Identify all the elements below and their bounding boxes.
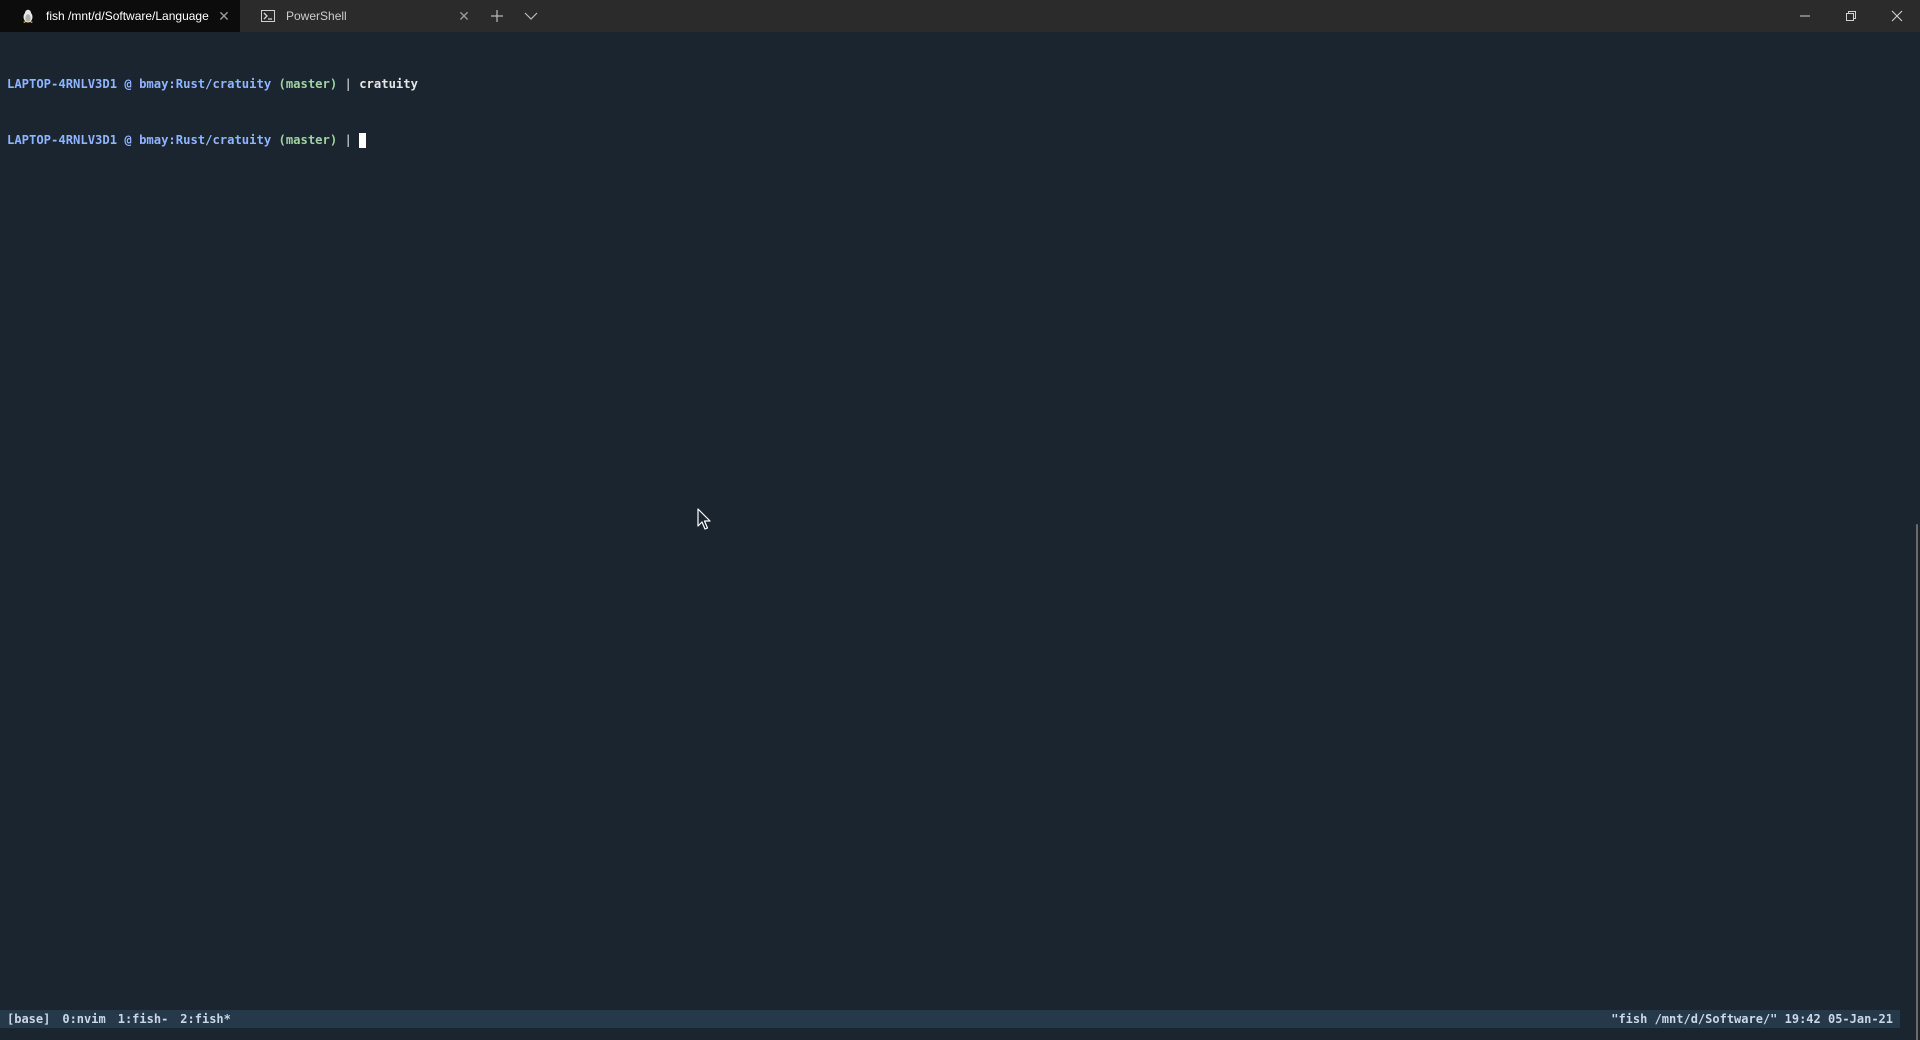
new-tab-button[interactable] (480, 0, 514, 32)
command-text: cratuity (359, 77, 418, 91)
status-left: [base] 0:nvim 1:fish- 2:fish* (7, 1010, 231, 1028)
plus-icon (491, 10, 503, 22)
title-bar: fish /mnt/d/Software/Language ✕ PowerShe… (0, 0, 1920, 32)
close-icon (1891, 10, 1903, 22)
tab-label: PowerShell (286, 9, 347, 23)
restore-button[interactable] (1828, 0, 1874, 32)
title-drag-area[interactable] (548, 0, 1782, 32)
terminal-output[interactable]: LAPTOP-4RNLV3D1 @ bmay:Rust/cratuity (ma… (0, 32, 1910, 1008)
scrollbar-thumb[interactable] (1916, 524, 1918, 1040)
powershell-icon (260, 8, 276, 24)
prompt-line: LAPTOP-4RNLV3D1 @ bmay:Rust/cratuity (ma… (7, 75, 1903, 94)
prompt-path: bmay:Rust/cratuity (139, 132, 272, 147)
close-icon[interactable]: ✕ (216, 8, 232, 24)
tab-powershell[interactable]: PowerShell ✕ (240, 0, 480, 32)
prompt-separator: | (337, 132, 360, 147)
tab-label: fish /mnt/d/Software/Language (46, 9, 209, 23)
close-icon[interactable]: ✕ (456, 8, 472, 24)
prompt-line: LAPTOP-4RNLV3D1 @ bmay:Rust/cratuity (ma… (7, 131, 1903, 150)
restore-icon (1846, 11, 1856, 21)
text-cursor (359, 132, 367, 148)
tab-fish[interactable]: fish /mnt/d/Software/Language ✕ (0, 0, 240, 32)
prompt-separator: | (337, 77, 360, 91)
window-item[interactable]: 0:nvim (62, 1010, 105, 1028)
window-item[interactable]: 2:fish* (180, 1010, 231, 1028)
minimize-icon (1800, 15, 1810, 17)
tmux-status-bar: [base] 0:nvim 1:fish- 2:fish* "fish /mnt… (0, 1010, 1900, 1028)
linux-penguin-icon (20, 8, 36, 24)
session-name: [base] (7, 1012, 51, 1026)
terminal-window: fish /mnt/d/Software/Language ✕ PowerShe… (0, 0, 1920, 1040)
minimize-button[interactable] (1782, 0, 1828, 32)
prompt-branch: (master) (271, 77, 338, 91)
close-window-button[interactable] (1874, 0, 1920, 32)
prompt-branch: (master) (271, 132, 338, 147)
prompt-host: LAPTOP-4RNLV3D1 @ (7, 132, 140, 147)
tab-dropdown-button[interactable] (514, 0, 548, 32)
window-item[interactable]: 1:fish- (118, 1010, 169, 1028)
scrollbar[interactable] (1912, 32, 1920, 1040)
status-right: "fish /mnt/d/Software/" 19:42 05-Jan-21 (1611, 1012, 1893, 1026)
mouse-pointer-icon (697, 508, 711, 530)
prompt-host: LAPTOP-4RNLV3D1 @ (7, 77, 140, 91)
prompt-path: bmay:Rust/cratuity (139, 77, 272, 91)
chevron-down-icon (524, 12, 538, 20)
